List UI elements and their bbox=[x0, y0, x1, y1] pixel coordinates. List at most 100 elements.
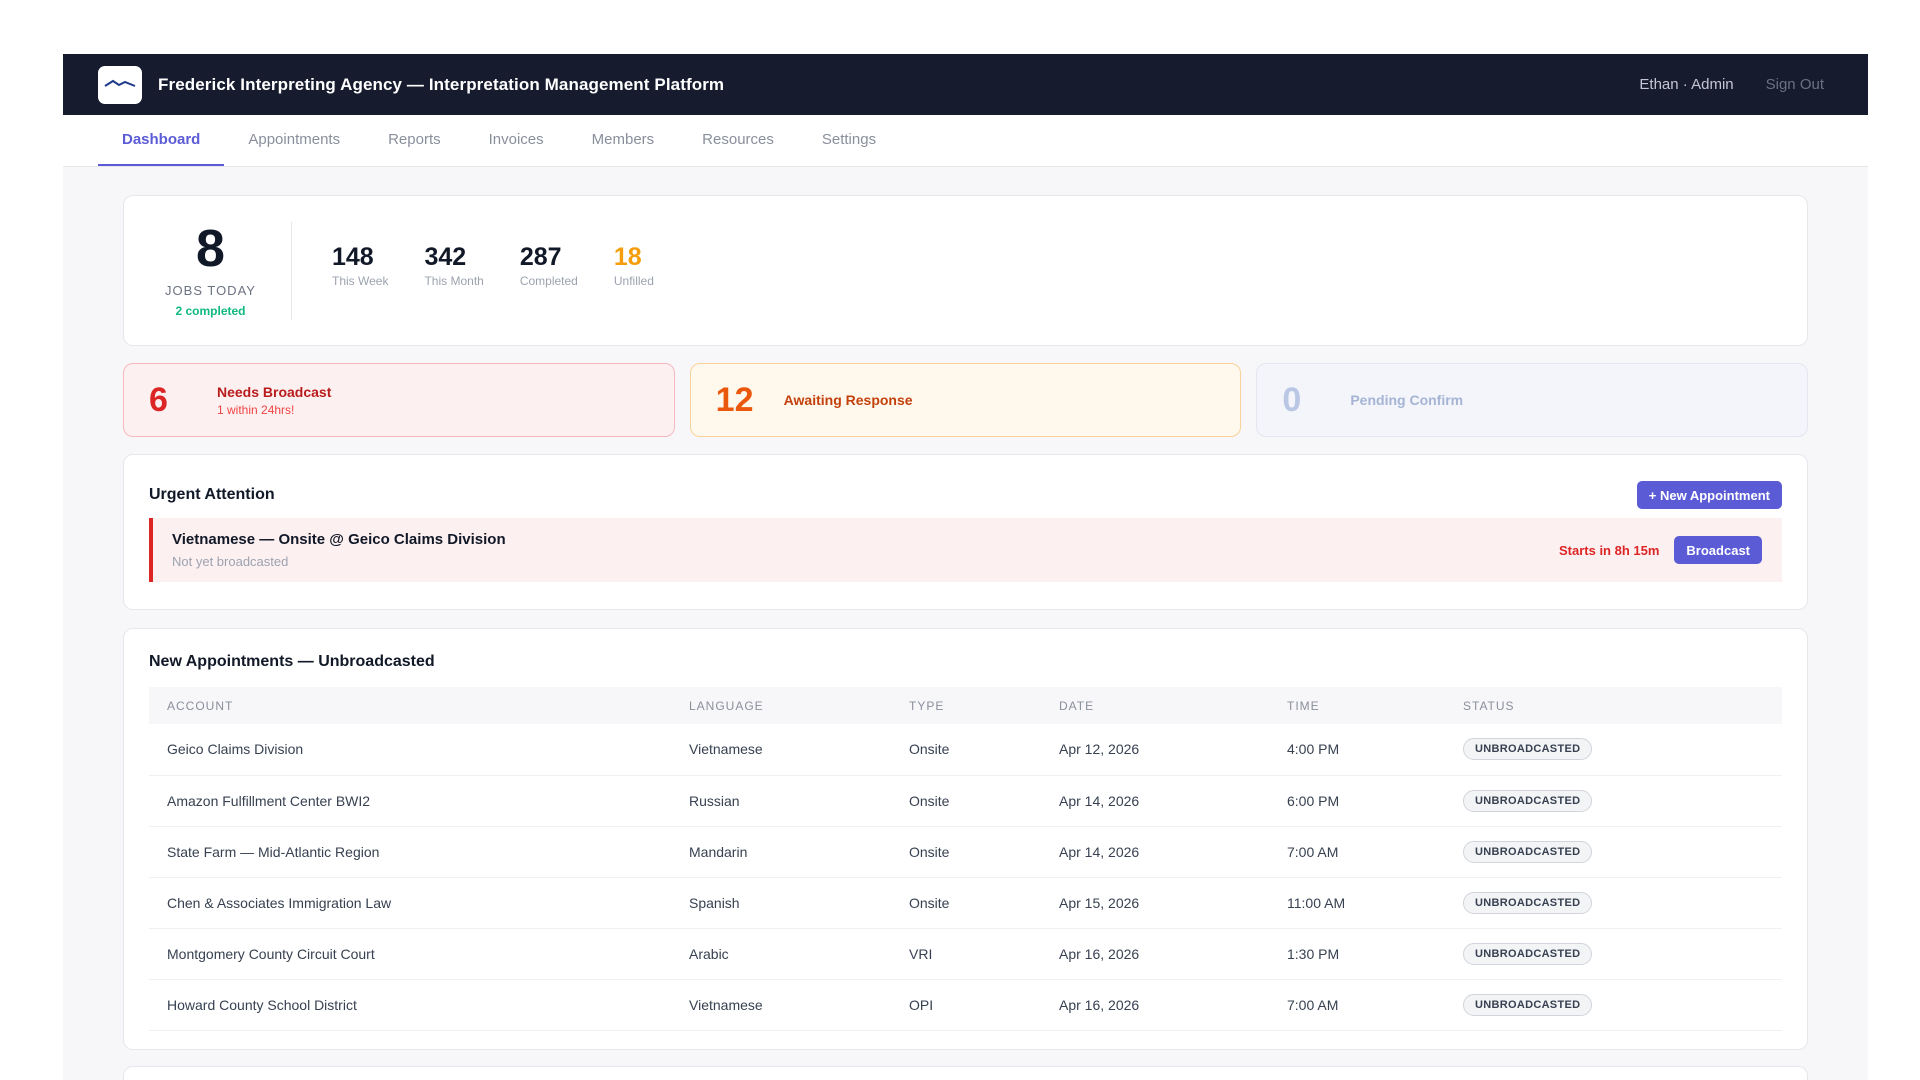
awaiting-response-title: Awaiting Response bbox=[783, 392, 913, 408]
cell-language: Vietnamese bbox=[689, 724, 909, 776]
table-row[interactable]: Geico Claims Division Vietnamese Onsite … bbox=[149, 724, 1782, 776]
app-window: Frederick Interpreting Agency — Interpre… bbox=[63, 54, 1868, 1080]
new-appointment-button[interactable]: + New Appointment bbox=[1636, 481, 1782, 509]
cell-account: Amazon Fulfillment Center BWI2 bbox=[149, 775, 689, 827]
urgent-title: Urgent Attention bbox=[149, 486, 275, 503]
tab-reports[interactable]: Reports bbox=[364, 115, 465, 166]
tab-settings[interactable]: Settings bbox=[798, 115, 900, 166]
cell-language: Spanish bbox=[689, 877, 909, 929]
cell-account: State Farm — Mid-Atlantic Region bbox=[149, 826, 689, 878]
cell-type: Onsite bbox=[909, 724, 1059, 776]
user-label: Ethan · Admin bbox=[1639, 76, 1734, 93]
urgent-item-sub: Not yet broadcasted bbox=[172, 554, 289, 569]
broadcast-button[interactable]: Broadcast bbox=[1674, 536, 1762, 564]
table-row[interactable]: Howard County School District Vietnamese… bbox=[149, 979, 1782, 1031]
cell-date: Apr 14, 2026 bbox=[1059, 826, 1287, 878]
cell-status: UNBROADCASTED bbox=[1463, 877, 1782, 929]
cell-type: Onsite bbox=[909, 826, 1059, 878]
cell-language: Mandarin bbox=[689, 826, 909, 878]
tab-resources[interactable]: Resources bbox=[678, 115, 798, 166]
column-header[interactable]: TIME bbox=[1287, 687, 1463, 724]
urgent-item-title: Vietnamese — Onsite @ Geico Claims Divis… bbox=[172, 531, 506, 548]
main-nav: Dashboard Appointments Reports Invoices … bbox=[63, 115, 1868, 167]
table-row[interactable]: State Farm — Mid-Atlantic Region Mandari… bbox=[149, 826, 1782, 878]
cell-status: UNBROADCASTED bbox=[1463, 928, 1782, 980]
needs-broadcast-card[interactable]: 6 Needs Broadcast 1 within 24hrs! bbox=[123, 363, 675, 437]
stat-label: This Week bbox=[332, 274, 389, 288]
needs-broadcast-sub: 1 within 24hrs! bbox=[217, 402, 295, 417]
stat-value: 18 bbox=[613, 243, 642, 271]
appointments-table: ACCOUNT LANGUAGE TYPE DATE TIME STATUS G… bbox=[149, 687, 1782, 1031]
column-header[interactable]: STATUS bbox=[1463, 687, 1782, 724]
awaiting-response-card[interactable]: 12 Awaiting Response bbox=[689, 363, 1242, 437]
starts-in-label: Starts in 8h 15m bbox=[1558, 542, 1660, 558]
cell-type: OPI bbox=[909, 979, 1059, 1031]
stat-value: 342 bbox=[424, 243, 467, 271]
stat-completed: 287 Completed bbox=[520, 243, 578, 288]
needs-broadcast-count: 6 bbox=[149, 380, 168, 419]
column-header[interactable]: LANGUAGE bbox=[689, 687, 909, 724]
tab-appointments[interactable]: Appointments bbox=[224, 115, 364, 166]
cell-account: Howard County School District bbox=[149, 979, 689, 1031]
status-badge: UNBROADCASTED bbox=[1463, 738, 1593, 761]
unbroadcasted-appointments-card: New Appointments — Unbroadcasted ACCOUNT… bbox=[123, 628, 1808, 1050]
cell-language: Arabic bbox=[689, 928, 909, 980]
table-row[interactable]: Amazon Fulfillment Center BWI2 Russian O… bbox=[149, 775, 1782, 827]
cell-type: VRI bbox=[909, 928, 1059, 980]
needs-broadcast-title: Needs Broadcast bbox=[217, 383, 332, 400]
status-badge: UNBROADCASTED bbox=[1463, 789, 1593, 812]
status-badge: UNBROADCASTED bbox=[1463, 891, 1593, 914]
summary-stats: 148 This Week 342 This Month 287 Complet… bbox=[332, 243, 654, 288]
urgent-header: Urgent Attention + New Appointment bbox=[149, 481, 1782, 509]
table-row[interactable]: Montgomery County Circuit Court Arabic V… bbox=[149, 928, 1782, 980]
jobs-today-label: JOBS TODAY bbox=[165, 283, 256, 298]
tab-dashboard[interactable]: Dashboard bbox=[98, 115, 225, 166]
cell-status: UNBROADCASTED bbox=[1463, 979, 1782, 1031]
stat-label: Unfilled bbox=[613, 274, 654, 288]
cell-type: Onsite bbox=[909, 877, 1059, 929]
user-area: Ethan · Admin Sign Out bbox=[1639, 76, 1824, 93]
pending-confirm-card[interactable]: 0 Pending Confirm bbox=[1256, 363, 1809, 437]
column-header[interactable]: ACCOUNT bbox=[149, 687, 689, 724]
stat-label: Completed bbox=[519, 274, 578, 288]
tab-members[interactable]: Members bbox=[568, 115, 679, 166]
cell-date: Apr 16, 2026 bbox=[1059, 928, 1287, 980]
cell-type: Onsite bbox=[909, 775, 1059, 827]
cell-time: 6:00 PM bbox=[1287, 775, 1463, 827]
cell-status: UNBROADCASTED bbox=[1463, 826, 1782, 878]
logo-mark bbox=[103, 77, 137, 93]
stat-value: 148 bbox=[332, 243, 374, 271]
top-bar: Frederick Interpreting Agency — Interpre… bbox=[63, 54, 1868, 115]
cell-date: Apr 12, 2026 bbox=[1059, 724, 1287, 776]
column-header[interactable]: DATE bbox=[1059, 687, 1287, 724]
stat-this-week: 148 This Week bbox=[332, 243, 388, 288]
urgent-item[interactable]: Vietnamese — Onsite @ Geico Claims Divis… bbox=[149, 518, 1782, 582]
urgent-item-actions: Starts in 8h 15m Broadcast bbox=[1559, 536, 1762, 564]
jobs-today: 8 JOBS TODAY 2 completed bbox=[152, 220, 292, 320]
awaiting-response-count: 12 bbox=[715, 380, 754, 419]
completed-today: 2 completed bbox=[175, 304, 246, 318]
status-badge: UNBROADCASTED bbox=[1463, 942, 1593, 965]
cell-time: 4:00 PM bbox=[1287, 724, 1463, 776]
column-header[interactable]: TYPE bbox=[909, 687, 1059, 724]
cell-date: Apr 15, 2026 bbox=[1059, 877, 1287, 929]
tab-invoices[interactable]: Invoices bbox=[465, 115, 568, 166]
cell-language: Vietnamese bbox=[689, 979, 909, 1031]
table-title: New Appointments — Unbroadcasted bbox=[149, 653, 435, 670]
cell-account: Chen & Associates Immigration Law bbox=[149, 877, 689, 929]
cell-status: UNBROADCASTED bbox=[1463, 724, 1782, 776]
cell-status: UNBROADCASTED bbox=[1463, 775, 1782, 827]
next-card-partial bbox=[123, 1066, 1808, 1080]
pending-confirm-count: 0 bbox=[1282, 380, 1302, 419]
stat-unfilled: 18 Unfilled bbox=[614, 243, 654, 288]
stat-label: This Month bbox=[424, 274, 484, 288]
table-header-row: ACCOUNT LANGUAGE TYPE DATE TIME STATUS bbox=[149, 687, 1782, 724]
app-title: Frederick Interpreting Agency — Interpre… bbox=[158, 74, 725, 94]
agency-logo-icon[interactable] bbox=[98, 65, 142, 104]
table-row[interactable]: Chen & Associates Immigration Law Spanis… bbox=[149, 877, 1782, 929]
jobs-today-count: 8 bbox=[196, 220, 225, 278]
cell-account: Geico Claims Division bbox=[149, 724, 689, 776]
pending-confirm-title: Pending Confirm bbox=[1350, 392, 1464, 408]
status-badge: UNBROADCASTED bbox=[1463, 840, 1593, 863]
sign-out-link[interactable]: Sign Out bbox=[1766, 76, 1824, 93]
